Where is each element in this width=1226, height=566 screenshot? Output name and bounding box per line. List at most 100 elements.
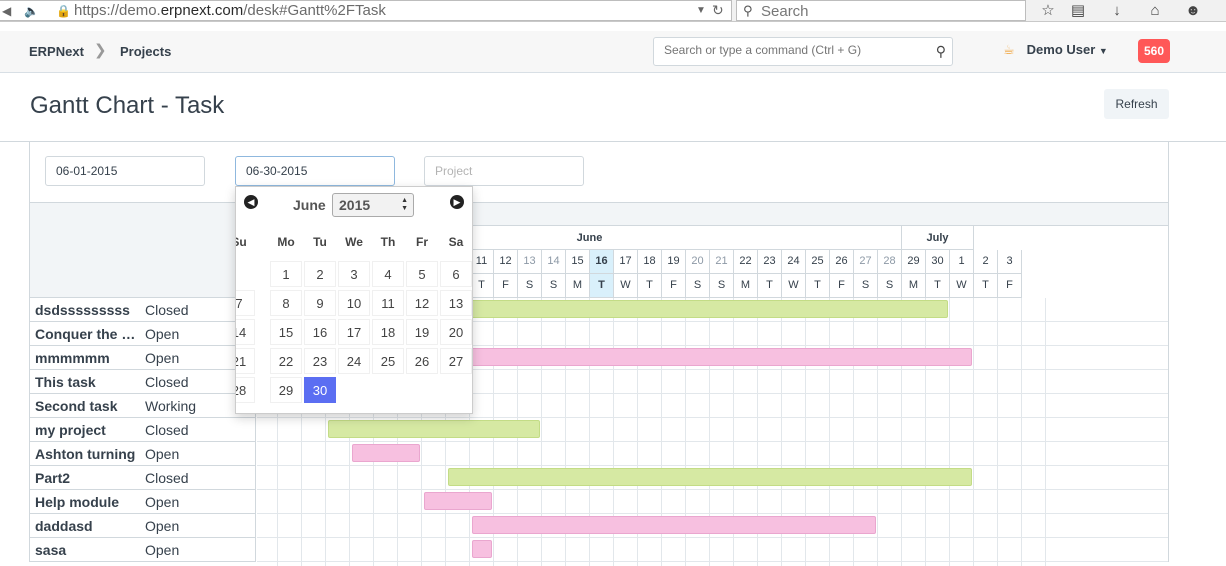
datepicker-day[interactable]: 28 xyxy=(236,377,255,403)
search-icon[interactable]: ⚲ xyxy=(936,43,946,60)
reading-list-icon[interactable]: ▤ xyxy=(1067,1,1089,21)
task-status: Working xyxy=(145,398,197,414)
datepicker-day[interactable]: 18 xyxy=(372,319,404,345)
url-bar[interactable]: ◀ 🔈 🔒 https://demo.erpnext.com/desk#Gant… xyxy=(0,0,732,21)
next-month-icon[interactable]: ▶ xyxy=(450,195,464,209)
year-select[interactable]: 2015 ▲ ▼ xyxy=(332,193,414,217)
chat-icon[interactable]: ☻ xyxy=(1182,1,1204,21)
prev-month-icon[interactable]: ◀ xyxy=(244,195,258,209)
datepicker-day[interactable]: 27 xyxy=(440,348,472,374)
task-name[interactable]: Ashton turning xyxy=(35,446,143,462)
task-bar[interactable] xyxy=(424,492,492,510)
task-name[interactable]: dsdsssssssss xyxy=(35,302,143,318)
awesome-bar[interactable]: ⚲ xyxy=(653,37,953,66)
gantt-container: dsdsssssssssClosedConquer the worldOpenm… xyxy=(29,142,1169,566)
task-row[interactable]: my project Closed xyxy=(30,418,255,442)
identity-icon[interactable]: ◀ xyxy=(2,4,11,18)
datepicker-day[interactable]: 30 xyxy=(304,377,336,403)
browser-search-box[interactable]: ⚲ Search xyxy=(736,0,1026,21)
day-number: 23 xyxy=(758,250,782,274)
task-name[interactable]: mmmmmm xyxy=(35,350,143,366)
task-row[interactable]: This task Closed xyxy=(30,370,255,394)
datepicker-day[interactable]: 7 xyxy=(236,290,255,316)
bookmark-star-icon[interactable]: ☆ xyxy=(1037,1,1059,21)
task-row[interactable]: Ashton turning Open xyxy=(30,442,255,466)
datepicker-day[interactable]: 1 xyxy=(270,261,302,287)
day-number: 24 xyxy=(782,250,806,274)
task-bar[interactable] xyxy=(328,420,540,438)
task-row[interactable]: Help module Open xyxy=(30,490,255,514)
url-text[interactable]: https://demo.erpnext.com/desk#Gantt%2FTa… xyxy=(74,2,386,19)
datepicker-day[interactable]: 16 xyxy=(304,319,336,345)
task-name[interactable]: Part2 xyxy=(35,470,143,486)
datepicker-day[interactable]: 23 xyxy=(304,348,336,374)
task-bar[interactable] xyxy=(352,444,420,462)
day-number: 1 xyxy=(950,250,974,274)
search-input[interactable] xyxy=(664,43,924,57)
download-icon[interactable]: ↓ xyxy=(1106,1,1128,21)
datepicker-day[interactable]: 26 xyxy=(406,348,438,374)
day-number: 30 xyxy=(926,250,950,274)
to-date-input[interactable] xyxy=(235,156,395,186)
task-row[interactable]: Second task Working xyxy=(30,394,255,418)
datepicker-day[interactable]: 6 xyxy=(440,261,472,287)
datepicker-day[interactable]: 3 xyxy=(338,261,370,287)
day-number: 17 xyxy=(614,250,638,274)
datepicker-day[interactable]: 11 xyxy=(372,290,404,316)
datepicker-day[interactable]: 21 xyxy=(236,348,255,374)
datepicker-day[interactable]: 14 xyxy=(236,319,255,345)
task-bar[interactable] xyxy=(424,348,972,366)
datepicker-weekday: We xyxy=(345,235,363,249)
task-row[interactable]: mmmmmm Open xyxy=(30,346,255,370)
datepicker-day[interactable]: 15 xyxy=(270,319,302,345)
brand-link[interactable]: ERPNext xyxy=(29,44,84,59)
task-name[interactable]: Second task xyxy=(35,398,143,414)
datepicker-day[interactable]: 19 xyxy=(406,319,438,345)
task-bar[interactable] xyxy=(448,468,972,486)
task-row[interactable]: daddasd Open xyxy=(30,514,255,538)
datepicker-day[interactable]: 20 xyxy=(440,319,472,345)
day-number: 26 xyxy=(830,250,854,274)
task-bar[interactable] xyxy=(472,516,876,534)
task-row[interactable]: sasa Open xyxy=(30,538,255,562)
weekday-label: M xyxy=(902,274,926,298)
task-name[interactable]: This task xyxy=(35,374,143,390)
datepicker-day[interactable]: 12 xyxy=(406,290,438,316)
task-name[interactable]: my project xyxy=(35,422,143,438)
datepicker-popup: ◀ June 2015▲▼ ▶ SuMoTuWeThFrSa 123456789… xyxy=(235,186,473,414)
datepicker-day[interactable]: 4 xyxy=(372,261,404,287)
dropdown-arrow-icon[interactable]: ▼ xyxy=(696,5,706,16)
speaker-icon[interactable]: 🔈 xyxy=(24,4,39,18)
datepicker-day[interactable]: 5 xyxy=(406,261,438,287)
day-number: 19 xyxy=(662,250,686,274)
task-status: Open xyxy=(145,350,180,366)
task-name[interactable]: daddasd xyxy=(35,518,143,534)
project-input[interactable] xyxy=(424,156,584,186)
weekday-label: S xyxy=(710,274,734,298)
task-status: Closed xyxy=(145,374,189,390)
task-name[interactable]: Help module xyxy=(35,494,143,510)
reload-icon[interactable]: ↻ xyxy=(712,2,724,19)
task-row[interactable]: Conquer the worldOpen xyxy=(30,322,255,346)
datepicker-day[interactable]: 22 xyxy=(270,348,302,374)
task-status: Open xyxy=(145,494,180,510)
datepicker-day[interactable]: 13 xyxy=(440,290,472,316)
task-name[interactable]: Conquer the world xyxy=(35,326,143,342)
datepicker-day[interactable]: 25 xyxy=(372,348,404,374)
notification-badge[interactable]: 560 xyxy=(1138,39,1170,63)
datepicker-day[interactable]: 10 xyxy=(338,290,370,316)
user-menu[interactable]: ☕ Demo User ▼ xyxy=(1003,42,1108,58)
datepicker-day[interactable]: 2 xyxy=(304,261,336,287)
refresh-button[interactable]: Refresh xyxy=(1104,89,1169,119)
from-date-input[interactable] xyxy=(45,156,205,186)
home-icon[interactable]: ⌂ xyxy=(1144,1,1166,21)
datepicker-day[interactable]: 9 xyxy=(304,290,336,316)
datepicker-day[interactable]: 24 xyxy=(338,348,370,374)
datepicker-day[interactable]: 29 xyxy=(270,377,302,403)
breadcrumb-projects[interactable]: Projects xyxy=(120,44,171,59)
datepicker-day[interactable]: 17 xyxy=(338,319,370,345)
task-bar[interactable] xyxy=(472,540,492,558)
task-row[interactable]: Part2 Closed xyxy=(30,466,255,490)
task-row[interactable]: dsdsssssssss Closed xyxy=(30,298,255,322)
datepicker-day[interactable]: 8 xyxy=(270,290,302,316)
